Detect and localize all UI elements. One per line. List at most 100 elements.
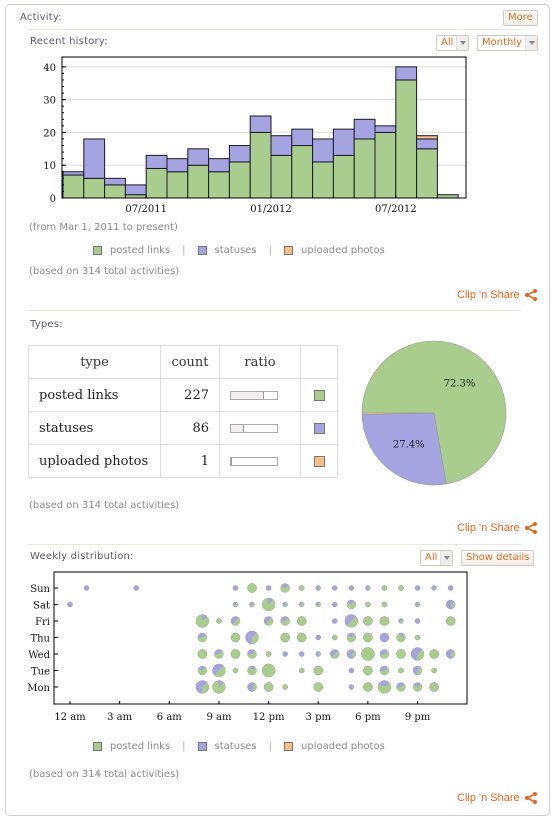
dot-statuses xyxy=(265,585,272,591)
weekly-dot xyxy=(298,651,305,657)
dot-posted-links xyxy=(429,649,439,659)
weekly-dot xyxy=(247,583,257,593)
bar-segment-statuses xyxy=(353,118,376,140)
y-tick-label: Sat xyxy=(33,601,50,612)
weekly-filter-select[interactable]: All xyxy=(420,550,454,566)
weekly-dot xyxy=(332,618,338,624)
weekly-dot xyxy=(414,585,421,591)
y-tick-label: 10 xyxy=(43,161,56,172)
dot-posted-links xyxy=(298,667,305,674)
posted-links-swatch xyxy=(313,389,325,401)
ratio-fill xyxy=(231,391,265,399)
dot-posted-links xyxy=(296,632,307,643)
y-tick-label: Tue xyxy=(31,667,50,678)
type-count: 1 xyxy=(160,444,220,478)
bar-segment-posted-links xyxy=(208,171,230,199)
dot-posted-links xyxy=(265,651,272,657)
dot-posted-links xyxy=(197,649,208,659)
dot-posted-links xyxy=(381,601,388,608)
y-tick-label: Wed xyxy=(28,650,50,661)
bar-segment-statuses xyxy=(332,128,355,156)
history-period-select[interactable]: Monthly xyxy=(477,35,539,51)
dot-posted-links xyxy=(216,618,222,624)
weekly-dot xyxy=(298,667,305,674)
x-tick-label: 9 am xyxy=(206,712,232,723)
bar-segment-posted-links xyxy=(83,177,106,199)
bar-segment-statuses xyxy=(416,138,438,150)
weekly-dot xyxy=(344,614,359,628)
weekly-dot xyxy=(232,585,239,591)
types-clip-share-link[interactable]: Clip 'n Share xyxy=(457,522,537,534)
dot-posted-links xyxy=(313,682,323,692)
col-count: count xyxy=(160,345,220,379)
bar-segment-posted-links xyxy=(332,154,355,199)
bar-segment-uploaded-photos xyxy=(416,135,438,140)
dot-posted-links xyxy=(247,583,257,593)
weekly-dot xyxy=(431,585,437,591)
history-period-value: Monthly xyxy=(482,37,523,48)
types-header-row: type count ratio xyxy=(28,345,338,379)
legend-label: posted links xyxy=(110,741,171,752)
ratio-bar xyxy=(230,423,278,433)
weekly-dot xyxy=(381,585,388,591)
weekly-dot xyxy=(398,618,404,624)
weekly-dot xyxy=(280,632,290,643)
type-count: 86 xyxy=(160,411,220,445)
y-tick-label: Fri xyxy=(35,617,50,628)
col-color xyxy=(300,345,338,379)
weekly-title: Weekly distribution: xyxy=(30,551,134,562)
weekly-dot xyxy=(412,682,423,692)
legend-item-uploaded-photos: uploaded photos xyxy=(284,245,385,256)
dot-statuses xyxy=(298,651,305,657)
weekly-dot xyxy=(315,601,321,608)
weekly-dot xyxy=(280,616,290,626)
bar-segment-posted-links xyxy=(416,148,438,199)
weekly-dot xyxy=(414,601,421,608)
y-tick-label: 20 xyxy=(43,128,56,139)
ratio-bar xyxy=(230,456,278,466)
weekly-dot xyxy=(379,616,390,626)
weekly-dot xyxy=(214,649,224,659)
uploaded-photos-swatch xyxy=(284,742,294,751)
weekly-dot xyxy=(232,667,239,674)
weekly-dot xyxy=(197,665,208,676)
bar-segment-statuses xyxy=(187,148,210,166)
bar-segment-posted-links xyxy=(145,167,168,199)
more-button[interactable]: More xyxy=(503,10,538,26)
statuses-swatch xyxy=(197,246,207,255)
weekly-dot xyxy=(429,682,439,692)
dot-posted-links xyxy=(296,616,307,626)
dot-posted-links xyxy=(396,649,406,659)
dot-posted-links xyxy=(298,585,305,591)
dot-posted-links xyxy=(232,667,239,674)
dot-statuses xyxy=(315,634,321,641)
weekly-dot xyxy=(247,649,257,659)
weekly-dot xyxy=(348,585,355,591)
weekly-dot xyxy=(414,634,421,641)
weekly-dot xyxy=(230,649,241,659)
type-ratio xyxy=(219,411,301,445)
weekly-dot xyxy=(396,682,406,692)
history-filter-select[interactable]: All xyxy=(436,35,470,51)
weekly-dot xyxy=(379,649,390,659)
history-clip-share-link[interactable]: Clip 'n Share xyxy=(457,289,537,301)
weekly-clip-share-link[interactable]: Clip 'n Share xyxy=(457,792,537,804)
bar-segment-statuses xyxy=(83,138,106,179)
clip-share-label: Clip 'n Share xyxy=(457,289,520,301)
y-tick-label: 40 xyxy=(43,63,56,74)
show-details-button[interactable]: Show details xyxy=(461,550,535,566)
bar-segment-statuses xyxy=(145,154,168,169)
type-name: statuses xyxy=(28,411,161,445)
y-tick-label: 0 xyxy=(50,194,56,205)
types-pie-chart: 72.3% 27.4% xyxy=(361,340,507,486)
weekly-dot xyxy=(330,649,340,659)
col-type: type xyxy=(28,345,161,379)
x-tick-label: 3 am xyxy=(107,712,133,723)
dot-posted-links xyxy=(313,665,323,676)
bar-segment-posted-links xyxy=(353,138,376,199)
dot-posted-links xyxy=(398,585,404,591)
chevron-down-icon xyxy=(456,36,469,50)
dot-posted-links xyxy=(381,585,388,591)
weekly-legend: posted links | statuses | uploaded photo… xyxy=(93,741,385,752)
legend-item-statuses: statuses xyxy=(197,741,257,752)
